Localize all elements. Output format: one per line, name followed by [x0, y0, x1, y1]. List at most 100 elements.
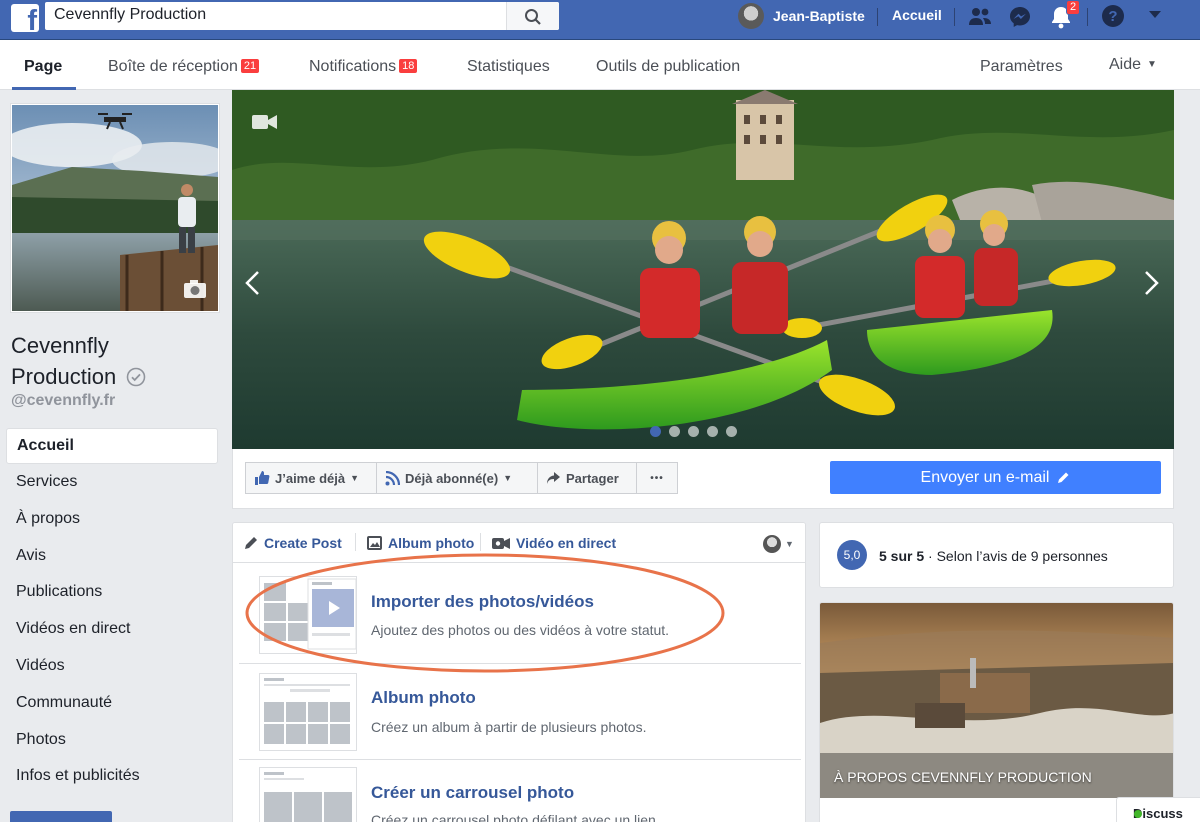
page-handle[interactable]: @cevennfly.fr	[11, 392, 115, 410]
friend-requests-icon[interactable]	[968, 6, 992, 28]
rating-summary: 5 sur 5 · Selon l’avis de 9 personnes	[879, 548, 1108, 564]
leftnav-item-photos[interactable]: Photos	[6, 722, 218, 759]
post-composer: Create Post Album photo Vidéo en direct …	[232, 522, 806, 822]
tab-publishing-tools[interactable]: Outils de publication	[596, 58, 740, 76]
tab-page[interactable]: Page	[24, 58, 62, 76]
top-bar: f Cevennfly Production Jean-Baptiste Acc…	[0, 0, 1200, 40]
account-menu-icon[interactable]	[1149, 11, 1161, 19]
tab-notifications[interactable]: Notifications 18	[309, 58, 418, 76]
video-camera-icon	[252, 115, 277, 129]
previous-slide-button[interactable]	[244, 270, 260, 296]
avatar	[763, 535, 781, 553]
page-action-bar: J’aime déjà ▼ Déjà abonné(e) ▼ Partager ••…	[232, 449, 1174, 509]
tab-photo-album[interactable]: Album photo	[367, 535, 474, 551]
search-button[interactable]	[506, 2, 559, 30]
home-link[interactable]: Accueil	[892, 7, 942, 23]
about-card[interactable]: À PROPOS CEVENNFLY PRODUCTION	[819, 602, 1174, 822]
slide-dot[interactable]	[707, 426, 718, 437]
like-button[interactable]: J’aime déjà ▼	[245, 462, 377, 494]
photo-carousel-option[interactable]: Créer un carrousel photo Créez un carrou…	[233, 760, 805, 822]
pencil-icon	[245, 537, 257, 549]
page-title-line: Production	[11, 364, 117, 389]
promote-button[interactable]	[10, 811, 112, 822]
cover-video[interactable]	[232, 90, 1174, 449]
leftnav-item-reviews[interactable]: Avis	[6, 538, 218, 575]
thumbs-up-icon	[255, 471, 270, 485]
tab-label: Boîte de réception	[108, 58, 238, 75]
search-icon	[525, 9, 541, 25]
album-thumbnail	[259, 673, 357, 751]
leftnav-item-videos[interactable]: Vidéos	[6, 648, 218, 685]
profile-link[interactable]: Jean-Baptiste	[738, 3, 865, 29]
follow-label: Déjà abonné(e)	[405, 470, 499, 486]
divider	[480, 533, 481, 551]
leftnav-item-community[interactable]: Communauté	[6, 685, 218, 722]
leftnav-item-live-videos[interactable]: Vidéos en direct	[6, 611, 218, 648]
leftnav-item-about[interactable]: À propos	[6, 501, 218, 538]
divider	[355, 533, 356, 551]
share-label: Partager	[566, 470, 619, 486]
tab-label: Notifications	[309, 58, 397, 75]
tab-create-post[interactable]: Create Post	[244, 535, 342, 551]
leftnav-item-home[interactable]: Accueil	[6, 428, 218, 464]
option-description: Ajoutez des photos ou des vidéos à votre…	[371, 622, 670, 638]
chevron-down-icon: ▼	[350, 473, 360, 483]
leftnav-item-services[interactable]: Services	[6, 464, 218, 501]
rating-card[interactable]: 5,0 5 sur 5 · Selon l’avis de 9 personne…	[819, 522, 1174, 588]
leftnav-item-ads-info[interactable]: Infos et publicités	[6, 758, 218, 795]
divider	[877, 8, 878, 26]
post-as-selector[interactable]: ▼	[763, 535, 794, 553]
slide-dot[interactable]	[688, 426, 699, 437]
upload-thumbnail	[259, 576, 357, 654]
slide-dot[interactable]	[650, 426, 661, 437]
chat-tab[interactable]: Discuss	[1116, 797, 1200, 822]
tab-help[interactable]: Aide ▼	[1109, 56, 1157, 74]
page-title-line: Cevennfly	[11, 333, 109, 358]
option-title: Créer un carrousel photo	[371, 783, 575, 802]
option-title: Album photo	[371, 688, 476, 707]
slide-dot[interactable]	[726, 426, 737, 437]
messenger-icon[interactable]	[1008, 5, 1032, 29]
help-icon[interactable]: ?	[1101, 4, 1125, 28]
more-options-button[interactable]: •••	[636, 462, 678, 494]
facebook-logo[interactable]: f	[11, 4, 39, 32]
inbox-badge: 21	[240, 59, 260, 73]
follow-button[interactable]: Déjà abonné(e) ▼	[376, 462, 538, 494]
avatar	[738, 3, 764, 29]
notifications-badge: 2	[1066, 0, 1081, 15]
chevron-down-icon: ▼	[785, 539, 794, 549]
send-email-button[interactable]: Envoyer un e-mail	[830, 461, 1161, 494]
tab-label: Vidéo en direct	[516, 535, 617, 551]
tab-inbox[interactable]: Boîte de réception 21	[108, 58, 260, 76]
pencil-icon	[1058, 472, 1069, 483]
notifications-tab-badge: 18	[399, 59, 418, 73]
tab-live-video[interactable]: Vidéo en direct	[492, 535, 616, 551]
photo-album-option[interactable]: Album photo Créez un album à partir de p…	[233, 664, 805, 759]
share-arrow-icon	[547, 472, 560, 484]
verified-check-icon	[127, 367, 146, 387]
composer-tabs: Create Post Album photo Vidéo en direct …	[233, 523, 805, 563]
leftnav-item-posts[interactable]: Publications	[6, 574, 218, 611]
slide-dot[interactable]	[669, 426, 680, 437]
page-nav: Page Boîte de réception 21 Notifications 1…	[0, 40, 1200, 90]
search-input[interactable]: Cevennfly Production	[45, 2, 559, 30]
option-title: Importer des photos/vidéos	[371, 592, 594, 611]
live-video-icon	[492, 537, 510, 549]
page-title[interactable]: Cevennfly Production	[11, 330, 146, 392]
about-title: À PROPOS CEVENNFLY PRODUCTION	[834, 769, 1092, 785]
left-nav: Accueil Services À propos Avis Publicati…	[6, 428, 218, 795]
upload-photos-videos-option[interactable]: Importer des photos/vidéos Ajoutez des p…	[233, 563, 805, 658]
divider	[1087, 8, 1088, 26]
option-description: Créez un album à partir de plusieurs pho…	[371, 719, 647, 735]
chevron-down-icon: ▼	[503, 473, 513, 483]
tab-label: Aide	[1109, 56, 1142, 73]
next-slide-button[interactable]	[1144, 270, 1160, 296]
profile-picture[interactable]	[10, 103, 220, 313]
tab-statistics[interactable]: Statistiques	[467, 58, 550, 76]
share-button[interactable]: Partager	[537, 462, 637, 494]
rating-bold: 5 sur 5	[879, 548, 925, 564]
active-tab-indicator	[12, 87, 76, 90]
slide-indicators	[650, 426, 737, 437]
tab-label: Album photo	[388, 535, 475, 551]
tab-settings[interactable]: Paramètres	[980, 58, 1063, 76]
